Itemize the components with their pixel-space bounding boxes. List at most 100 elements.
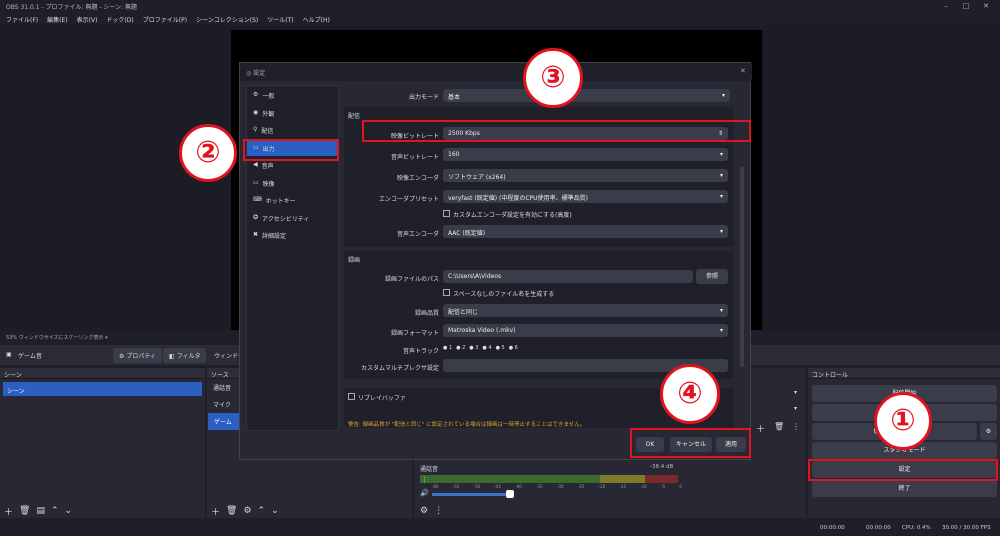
track-radio[interactable]: ● 1	[443, 345, 452, 351]
audio-source-icon: ▣	[6, 351, 12, 358]
nav-general[interactable]: ⚙ 一般	[247, 86, 338, 104]
highlight-settings-button	[808, 459, 998, 481]
up-icon[interactable]: ⌃	[258, 506, 266, 516]
track-radio[interactable]: ● 5	[496, 345, 505, 351]
audio-bitrate-label: 音声ビットレート	[390, 154, 439, 161]
track-radio[interactable]: ● 4	[482, 345, 491, 351]
encoder-preset-label: エンコーダプリセット	[378, 196, 439, 203]
up-icon[interactable]: ⌃	[51, 506, 59, 516]
meter-yellow	[600, 475, 645, 483]
menu-tools[interactable]: ツール(T)	[267, 15, 293, 24]
nav-advanced[interactable]: ✖ 詳細設定	[247, 226, 338, 244]
status-bar: 00:00:00 00:00:00 CPU: 0.4% 30.00 / 30.0…	[0, 520, 1000, 536]
track-radio[interactable]: ● 6	[509, 345, 518, 351]
scene-item[interactable]: シーン	[3, 382, 202, 396]
menu-profile[interactable]: プロファイル(P)	[143, 15, 187, 24]
stream-section-title: 配信	[348, 113, 361, 120]
properties-button[interactable]: ⚙ プロパティ	[113, 348, 162, 363]
audio-bitrate-select[interactable]: 160 ▾	[443, 148, 728, 161]
video-encoder-label: 映像エンコーダ	[396, 175, 439, 182]
menu-edit[interactable]: 編集(E)	[47, 15, 67, 24]
add-icon[interactable]: ＋	[211, 505, 220, 518]
warning-text: 警告: 録画品質が "配信と同じ" に設定されている場合は録画は一時停止すること…	[348, 422, 586, 428]
annotation-2: ②	[179, 124, 237, 182]
more-icon[interactable]: ⋮	[434, 506, 443, 516]
audio-track-radios: ● 1 ● 2 ● 3 ● 4 ● 5 ● 6	[443, 345, 518, 351]
chevron-down-icon[interactable]: ▾	[794, 389, 797, 396]
more-icon[interactable]: ⋮	[792, 422, 800, 431]
output-mode-select[interactable]: 基本 ▾	[443, 89, 730, 102]
nav-accessibility[interactable]: ✪ アクセシビリティ	[247, 209, 338, 227]
menu-file[interactable]: ファイル(F)	[6, 15, 38, 24]
close-icon[interactable]: ✕	[740, 67, 746, 75]
encoder-preset-select[interactable]: veryfast (既定値) (中程度のCPU使用率、標準品質) ▾	[443, 190, 728, 203]
trash-icon[interactable]: 🗑	[19, 506, 30, 516]
chevron-down-icon: ▾	[719, 172, 723, 179]
add-icon[interactable]: ＋	[4, 505, 13, 518]
gear-icon[interactable]: ⚙	[243, 506, 251, 516]
track-radio[interactable]: ● 3	[469, 345, 478, 351]
menu-scene-collection[interactable]: シーンコレクション(S)	[196, 15, 258, 24]
fps: 30.00 / 30.00 FPS	[942, 525, 991, 531]
gear-icon[interactable]: ⚙	[420, 506, 428, 516]
gear-icon[interactable]: ⚙	[980, 423, 997, 440]
down-icon[interactable]: ⌄	[65, 506, 73, 516]
replay-checkbox[interactable]: リプレイバッファ	[348, 393, 406, 402]
recording-group: 録画 録画ファイルのパス C:\Users\A\Videos 参照 スペースなし…	[344, 251, 734, 379]
rec-quality-label: 録画品質	[414, 310, 439, 317]
maximize-button[interactable]: □	[956, 0, 976, 12]
rec-path-label: 録画ファイルのパス	[384, 276, 439, 283]
rec-path-input[interactable]: C:\Users\A\Videos	[443, 270, 693, 283]
chevron-down-icon[interactable]: ▾	[794, 405, 797, 412]
track-radio[interactable]: ● 2	[456, 345, 465, 351]
palette-icon: ◉	[253, 108, 259, 116]
mixer-db: -38.4 dB	[650, 464, 674, 470]
close-button[interactable]: ✕	[976, 0, 996, 12]
volume-slider[interactable]	[432, 493, 512, 496]
nav-appearance[interactable]: ◉ 外観	[247, 104, 338, 122]
trash-icon[interactable]: 🗑	[226, 506, 237, 516]
highlight-output-nav	[243, 139, 339, 161]
rec-format-select[interactable]: Matroska Video (.mkv) ▾	[443, 324, 728, 337]
more-icon[interactable]: ⋮	[421, 476, 428, 484]
chevron-down-icon: ▾	[721, 92, 725, 99]
exit-button[interactable]: 終了	[812, 480, 997, 497]
add-icon[interactable]: ＋	[756, 422, 765, 435]
checkbox-icon	[443, 210, 450, 217]
checkbox-icon	[443, 289, 450, 296]
chevron-down-icon: ▾	[719, 151, 723, 158]
scenes-toolbar: ＋ 🗑 ▤ ⌃ ⌄	[0, 504, 76, 518]
menu-view[interactable]: 表示(V)	[77, 15, 98, 24]
chevron-down-icon: ▾	[719, 307, 723, 314]
minimize-button[interactable]: –	[936, 0, 956, 12]
nav-stream[interactable]: ⚲ 配信	[247, 121, 338, 139]
wrench-icon: ✖	[253, 231, 259, 238]
video-encoder-select[interactable]: ソフトウェア (x264) ▾	[443, 169, 728, 182]
trash-icon[interactable]: 🗑	[774, 422, 784, 431]
annotation-3: ③	[523, 48, 583, 108]
menu-dock[interactable]: ドック(D)	[106, 15, 133, 24]
nospace-checkbox[interactable]: スペースなしのファイル名を生成する	[443, 289, 554, 298]
audio-encoder-select[interactable]: AAC (既定値) ▾	[443, 225, 728, 238]
rec-time: 00:00:00	[820, 525, 845, 531]
nav-video[interactable]: ▭ 映像	[247, 174, 338, 192]
menu-help[interactable]: ヘルプ(H)	[303, 15, 330, 24]
nav-hotkeys[interactable]: ⌨ ホットキー	[247, 191, 338, 209]
antenna-icon: ⚲	[253, 126, 258, 133]
speaker-icon[interactable]: 🔊	[420, 489, 429, 497]
audio-track-label: 音声トラック	[402, 348, 439, 355]
volume-meter	[420, 475, 678, 483]
settings-nav: ⚙ 一般 ◉ 外観 ⚲ 配信 ▭ 出力 ◀ 音声 ▭ 映像 ⌨ ホットキー ✪ アクセシビリティ…	[246, 85, 339, 431]
browse-button[interactable]: 参照	[696, 269, 728, 284]
down-icon[interactable]: ⌄	[271, 506, 279, 516]
menu-bar: ファイル(F) 編集(E) 表示(V) ドック(D) プロファイル(P) シーン…	[0, 12, 1000, 25]
rec-quality-select[interactable]: 配信と同じ ▾	[443, 304, 728, 317]
filters-button[interactable]: ◧ フィルタ	[163, 348, 207, 363]
volume-slider-handle[interactable]	[506, 490, 514, 498]
scrollbar[interactable]	[740, 167, 744, 367]
chevron-down-icon: ▾	[719, 228, 723, 235]
annotation-1: ①	[874, 392, 932, 450]
speaker-icon: ◀	[253, 161, 258, 168]
custom-encoder-checkbox[interactable]: カスタムエンコーダ設定を有効にする(高度)	[443, 210, 572, 219]
filter-icon[interactable]: ▤	[36, 506, 45, 516]
